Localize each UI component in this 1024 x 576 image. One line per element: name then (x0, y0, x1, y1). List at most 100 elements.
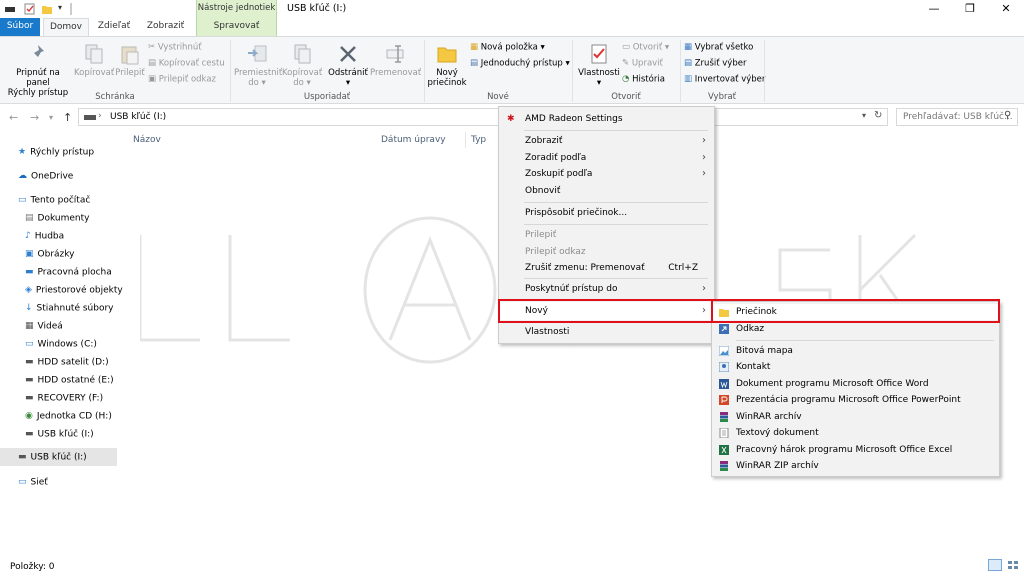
sidebar-item-usb-selected[interactable]: ▬ USB kľúč (I:) (0, 448, 117, 466)
copy-button[interactable]: Kopírovať (74, 43, 114, 78)
tab-file[interactable]: Súbor (0, 18, 40, 36)
winrar-icon (719, 412, 729, 422)
column-type[interactable]: Typ (471, 135, 486, 145)
menu-item-give-access[interactable]: Poskytnúť prístup do › (499, 280, 714, 298)
menu-item-undo-rename[interactable]: Zrušiť zmenu: Premenovať Ctrl+Z (499, 259, 714, 277)
tab-view[interactable]: Zobraziť (138, 18, 193, 36)
search-icon[interactable]: ⚲ (1004, 110, 1011, 121)
details-view-icon[interactable] (988, 559, 1002, 571)
sidebar-item-drive-f[interactable]: ▬ RECOVERY (F:) (0, 389, 117, 407)
new-folder-icon (437, 47, 457, 63)
submenu-item-contact[interactable]: Kontakt (712, 359, 999, 375)
qat-dropdown-icon[interactable]: ▾ (58, 3, 70, 15)
tab-manage[interactable]: Spravovať (196, 18, 277, 36)
copy-path-button[interactable]: ▤ Kopírovať cestu (148, 56, 225, 70)
select-none-button[interactable]: ▤ Zrušiť výber (684, 56, 746, 70)
sidebar-item-drive-e[interactable]: ▬ HDD ostatné (E:) (0, 371, 117, 389)
drive-tools-label: Nástroje jednotiek (197, 3, 276, 13)
menu-item-amd-radeon[interactable]: ✱ AMD Radeon Settings (499, 110, 714, 128)
forward-arrow-icon[interactable]: → (30, 111, 39, 124)
copy-icon (85, 44, 103, 64)
sidebar-item-videos[interactable]: ▦ Videá (0, 317, 117, 335)
new-item-icon: ▦ (470, 42, 479, 52)
submenu-item-text-document[interactable]: Textový dokument (712, 425, 999, 441)
submenu-item-shortcut[interactable]: Odkaz (712, 321, 999, 337)
sidebar-item-network[interactable]: ▭ Sieť (0, 473, 117, 491)
search-placeholder[interactable]: Prehľadávať: USB kľúč... (903, 112, 1013, 122)
column-divider[interactable] (465, 132, 466, 148)
window-menu-icon[interactable] (4, 3, 16, 15)
copy-to-button[interactable]: Kopírovať do ▾ (282, 43, 322, 88)
submenu-item-powerpoint[interactable]: Prezentácia programu Microsoft Office Po… (712, 392, 999, 408)
new-folder-button[interactable]: Nový priečinok (426, 43, 468, 88)
move-to-icon (248, 45, 267, 62)
easy-access-button[interactable]: ▤ Jednoduchý prístup ▾ (470, 56, 570, 70)
invert-selection-button[interactable]: ▥ Invertovať výber (684, 72, 765, 86)
properties-quick-icon[interactable] (24, 3, 36, 15)
sidebar-item-desktop[interactable]: ▬ Pracovná plocha (0, 263, 117, 281)
sidebar-item-documents[interactable]: ▤ Dokumenty (0, 209, 117, 227)
menu-item-customize-folder[interactable]: Prispôsobiť priečinok... (499, 204, 714, 222)
minimize-button[interactable]: — (916, 0, 952, 18)
open-button[interactable]: ▭ Otvoriť ▾ (622, 40, 669, 54)
move-to-button[interactable]: Premiestniť do ▾ (234, 43, 282, 88)
sidebar-item-3d-objects[interactable]: ◈ Priestorové objekty (0, 281, 123, 299)
back-arrow-icon[interactable]: ← (9, 111, 18, 124)
recent-locations-icon[interactable]: ▾ (49, 113, 53, 122)
tab-home[interactable]: Domov (43, 18, 89, 36)
large-icons-view-icon[interactable] (1006, 559, 1020, 571)
new-folder-quick-icon[interactable] (41, 3, 53, 15)
rename-button[interactable]: Premenovať (370, 43, 421, 78)
properties-button[interactable]: Vlastnosti ▾ (576, 43, 622, 88)
close-button[interactable]: ✕ (988, 0, 1024, 18)
pin-quick-access-button[interactable]: Pripnúť na panel Rýchly prístup (4, 43, 72, 98)
sidebar-item-quick-access[interactable]: ★ Rýchly prístup (0, 143, 117, 161)
sidebar-item-this-pc[interactable]: ▭ Tento počítač (0, 191, 117, 209)
submenu-item-label: WinRAR archív (736, 412, 802, 422)
edit-button[interactable]: ✎ Upraviť (622, 56, 663, 70)
submenu-item-winrar-zip[interactable]: WinRAR ZIP archív (712, 458, 999, 474)
menu-item-view[interactable]: Zobraziť › (499, 132, 714, 150)
paste-button[interactable]: Prilepiť (114, 43, 146, 78)
menu-item-refresh[interactable]: Obnoviť (499, 182, 714, 200)
submenu-item-word-document[interactable]: Dokument programu Microsoft Office Word (712, 376, 999, 392)
history-button[interactable]: ◔ História (622, 72, 665, 86)
menu-item-group-by[interactable]: Zoskupiť podľa › (499, 165, 714, 183)
sidebar-item-drive-c[interactable]: ▭ Windows (C:) (0, 335, 117, 353)
breadcrumb-chevron-icon[interactable]: › (98, 111, 102, 121)
sidebar-item-drive-i[interactable]: ▬ USB kľúč (I:) (0, 425, 117, 443)
sidebar-item-pictures[interactable]: ▣ Obrázky (0, 245, 117, 263)
sidebar-item-label: Obrázky (37, 249, 75, 260)
sidebar-item-music[interactable]: ♪ Hudba (0, 227, 117, 245)
menu-item-properties[interactable]: Vlastnosti (499, 323, 714, 341)
maximize-button[interactable]: ❐ (952, 0, 988, 18)
select-all-button[interactable]: ▦ Vybrať všetko (684, 40, 753, 54)
submenu-item-label: WinRAR ZIP archív (736, 461, 819, 471)
refresh-icon[interactable]: ↻ (874, 110, 882, 121)
paste-shortcut-button[interactable]: ▣ Prilepiť odkaz (148, 72, 216, 86)
up-arrow-icon[interactable]: ↑ (63, 111, 72, 124)
address-dropdown-icon[interactable]: ▾ (862, 111, 866, 120)
delete-button[interactable]: Odstrániť ▾ (326, 43, 370, 88)
cut-button[interactable]: ✂ Vystrihnúť (148, 40, 202, 54)
menu-item-paste[interactable]: Prilepiť (499, 226, 714, 244)
submenu-item-winrar[interactable]: WinRAR archív (712, 409, 999, 425)
excel-icon (719, 445, 729, 455)
submenu-item-bitmap[interactable]: Bitová mapa (712, 343, 999, 359)
address-bar[interactable] (78, 108, 888, 126)
submenu-item-excel[interactable]: Pracovný hárok programu Microsoft Office… (712, 442, 999, 458)
menu-item-shortcut: Ctrl+Z (668, 263, 698, 273)
column-date[interactable]: Dátum úpravy (381, 135, 446, 145)
new-submenu: Priečinok Odkaz Bitová mapa Kontakt Doku… (711, 301, 1000, 477)
submenu-arrow-icon: › (702, 168, 706, 179)
address-path[interactable]: USB kľúč (I:) (110, 112, 166, 122)
tab-share[interactable]: Zdieľať (90, 18, 138, 36)
sidebar-item-drive-h[interactable]: ◉ Jednotka CD (H:) (0, 407, 117, 425)
sidebar-item-onedrive[interactable]: ☁ OneDrive (0, 167, 117, 185)
new-item-button[interactable]: ▦ Nová položka ▾ (470, 40, 545, 54)
organize-group-label: Usporiadať (303, 92, 351, 102)
column-name[interactable]: Názov (133, 135, 161, 145)
menu-separator (524, 224, 708, 225)
sidebar-item-drive-d[interactable]: ▬ HDD satelit (D:) (0, 353, 117, 371)
sidebar-item-downloads[interactable]: ↓ Stiahnuté súbory (0, 299, 117, 317)
